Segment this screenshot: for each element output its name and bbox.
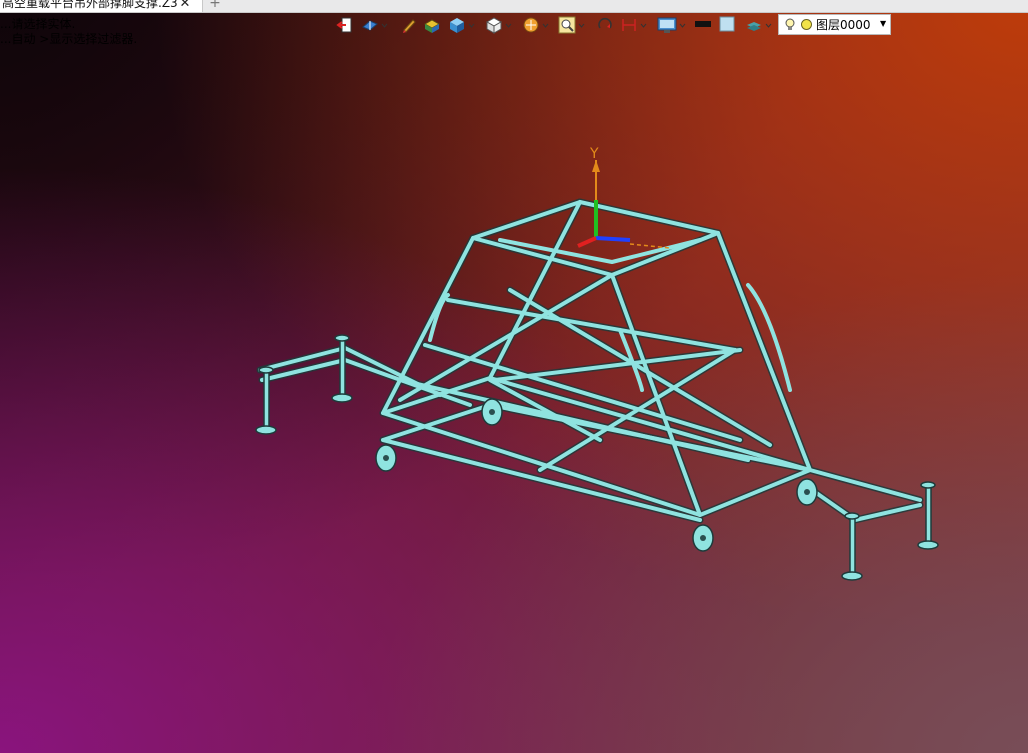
white-cube-icon[interactable] — [485, 16, 503, 38]
layer-stack-icon[interactable] — [745, 16, 763, 38]
view-orient-icon[interactable] — [361, 16, 379, 38]
3d-viewport[interactable]: Y 高空重载平台吊外部撑脚支撑.Z3 ✕ + ...请选择实体. ...自动 >… — [0, 0, 1028, 753]
line-color-icon[interactable] — [695, 20, 711, 42]
box-view-dropdown-icon[interactable] — [468, 22, 475, 29]
dimension-icon[interactable] — [620, 16, 638, 38]
y-axis-label: Y — [589, 146, 599, 162]
axis-triad: Y — [577, 146, 671, 249]
rotate-icon[interactable] — [596, 16, 614, 38]
display-settings-dropdown-icon[interactable] — [679, 22, 686, 29]
dimension-dropdown-icon[interactable] — [640, 22, 647, 29]
status-line-2: ...自动 >显示选择过滤器. — [0, 32, 138, 46]
lightbulb-icon — [785, 18, 795, 30]
view-orient-dropdown-icon[interactable] — [381, 22, 388, 29]
white-cube-dropdown-icon[interactable] — [505, 22, 512, 29]
layer-color-dot — [801, 19, 812, 30]
layer-name: 图层0000 — [816, 18, 871, 32]
status-line-1: ...请选择实体. — [0, 17, 76, 31]
zoom-fit-icon[interactable] — [558, 16, 576, 38]
document-tab-title: 高空重载平台吊外部撑脚支撑.Z3 — [2, 0, 178, 10]
box-view-icon[interactable] — [448, 16, 466, 38]
chevron-down-icon[interactable]: ▼ — [880, 19, 886, 28]
shaded-solid-icon[interactable] — [423, 16, 441, 38]
exit-icon[interactable] — [336, 16, 354, 38]
document-tab-bar: 高空重载平台吊外部撑脚支撑.Z3 ✕ + — [0, 0, 1028, 13]
fill-color-icon[interactable] — [719, 16, 735, 38]
close-icon[interactable]: ✕ — [178, 0, 192, 12]
new-tab-button[interactable]: + — [206, 0, 224, 12]
frame-model[interactable]: Y — [0, 0, 1028, 753]
layer-stack-dropdown-icon[interactable] — [765, 22, 772, 29]
zoom-fit-dropdown-icon[interactable] — [578, 22, 585, 29]
render-style-dropdown-icon[interactable] — [542, 22, 549, 29]
render-style-icon[interactable] — [522, 16, 540, 38]
document-tab[interactable]: 高空重载平台吊外部撑脚支撑.Z3 ✕ — [0, 0, 203, 12]
layer-selector[interactable]: 图层0000 ▼ — [778, 14, 891, 35]
sketch-pen-icon[interactable] — [400, 16, 418, 38]
display-settings-icon[interactable] — [657, 16, 677, 38]
